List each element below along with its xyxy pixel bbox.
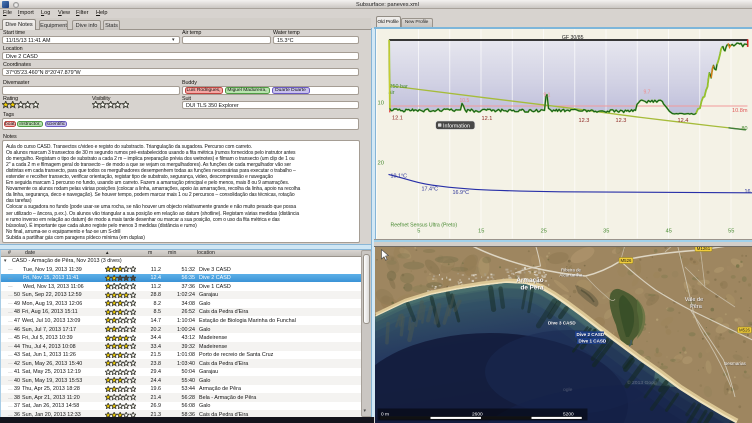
svg-text:20: 20 — [377, 160, 383, 166]
svg-text:17.4°C: 17.4°C — [421, 186, 438, 192]
svg-text:© 2013 Goog: © 2013 Goog — [626, 379, 656, 386]
svg-text:Dive 1 CASD: Dive 1 CASD — [578, 338, 606, 343]
svg-text:Information: Information — [443, 123, 470, 129]
svg-text:M1261: M1261 — [696, 247, 710, 251]
svg-text:12.1: 12.1 — [481, 115, 492, 121]
svg-text:5: 5 — [417, 228, 420, 234]
svg-text:GF 30/85: GF 30/85 — [561, 35, 583, 41]
svg-text:Armação: Armação — [516, 277, 543, 284]
svg-text:Alcantarilha: Alcantarilha — [559, 272, 582, 277]
svg-text:Dive 2 CASD: Dive 2 CASD — [576, 332, 604, 337]
svg-text:10.8m: 10.8m — [731, 107, 747, 113]
svg-text:ogle: ogle — [563, 387, 573, 393]
svg-text:Pêra: Pêra — [690, 304, 703, 310]
svg-text:12.1: 12.1 — [392, 115, 403, 121]
svg-text:Vale de: Vale de — [684, 297, 703, 303]
svg-text:M526: M526 — [739, 327, 751, 332]
svg-text:15: 15 — [478, 228, 484, 234]
svg-text:10.5: 10.5 — [459, 97, 469, 103]
svg-text:Dive 3 CASD: Dive 3 CASD — [548, 320, 576, 325]
svg-text:12.3: 12.3 — [578, 117, 589, 123]
svg-text:35: 35 — [603, 228, 609, 234]
svg-text:M526: M526 — [620, 258, 632, 263]
svg-text:45: 45 — [665, 228, 671, 234]
svg-text:10: 10 — [377, 100, 383, 106]
svg-text:55: 55 — [728, 228, 734, 234]
svg-text:16.9°C: 16.9°C — [452, 189, 469, 195]
svg-text:9.1: 9.1 — [543, 92, 550, 98]
svg-text:12.4: 12.4 — [677, 117, 688, 123]
svg-text:de Pêra: de Pêra — [520, 284, 543, 291]
svg-text:16.: 16. — [744, 188, 752, 194]
svg-text:19.1°C: 19.1°C — [390, 173, 407, 179]
svg-text:12.3: 12.3 — [615, 117, 626, 123]
svg-text:25: 25 — [540, 228, 546, 234]
svg-text:80: 80 — [741, 125, 747, 131]
svg-text:9.7: 9.7 — [643, 89, 650, 95]
svg-text:Sesmarias: Sesmarias — [724, 361, 746, 366]
svg-text:Reefnet Sensus Ultra (Preto): Reefnet Sensus Ultra (Preto) — [390, 222, 457, 228]
